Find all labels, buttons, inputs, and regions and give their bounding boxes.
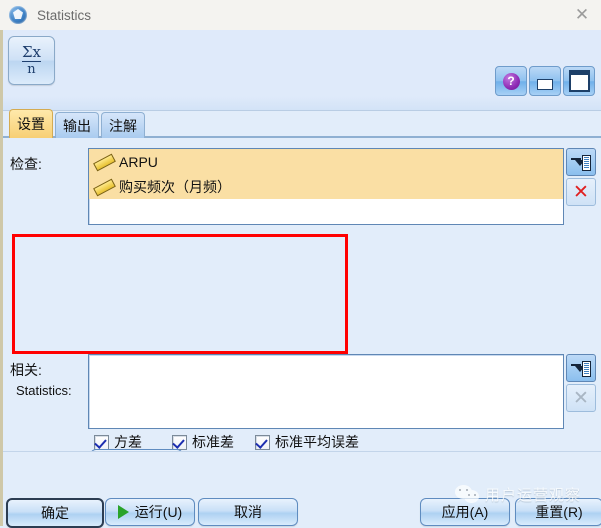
sigma-x-label: Σx xyxy=(21,43,42,61)
title-bar: Statistics ✕ xyxy=(0,0,601,31)
n-label: n xyxy=(21,61,42,76)
checkbox-box xyxy=(94,434,109,450)
tab-bar: 设置 输出 注解 xyxy=(9,109,147,138)
list-item[interactable]: ARPU xyxy=(89,149,563,174)
tab-annotations[interactable]: 注解 xyxy=(101,112,145,138)
ruler-icon xyxy=(93,178,116,196)
correlate-label: 相关: xyxy=(10,362,42,378)
list-item-label: 购买频次（月频） xyxy=(119,178,231,195)
list-item[interactable]: 购买频次（月频） xyxy=(89,174,563,199)
window-title: Statistics xyxy=(37,7,92,23)
close-icon[interactable]: ✕ xyxy=(572,6,592,24)
remove-icon: ✕ xyxy=(573,386,589,409)
checkbox-label: 标准平均误差 xyxy=(275,434,359,450)
minimize-button[interactable] xyxy=(529,66,561,96)
reset-button[interactable]: 重置(R) xyxy=(515,498,601,526)
correlate-listbox[interactable] xyxy=(88,354,564,429)
settings-panel: 检查: ARPU 购买频次（月频） ✕ Statistics: 方差 标准差 标… xyxy=(0,138,601,476)
run-button[interactable]: 运行(U) xyxy=(105,498,195,526)
statistics-label: Statistics: xyxy=(16,383,72,398)
tab-settings[interactable]: 设置 xyxy=(9,109,53,138)
checkbox-label: 标准差 xyxy=(192,434,234,450)
checkbox-box xyxy=(172,434,187,450)
examine-clear-button[interactable]: ✕ xyxy=(566,178,596,206)
cancel-button[interactable]: 取消 xyxy=(198,498,298,526)
correlate-field-picker-button[interactable] xyxy=(566,354,596,382)
play-icon xyxy=(117,505,129,519)
run-button-label: 运行(U) xyxy=(134,504,183,520)
examine-field-picker-button[interactable] xyxy=(566,148,596,176)
spss-node-icon xyxy=(8,5,28,25)
checkbox-stddev[interactable]: 标准差 xyxy=(172,432,255,452)
window-left-edge xyxy=(0,30,3,526)
apply-button[interactable]: 应用(A) xyxy=(420,498,510,526)
toolbar: Σx n ? xyxy=(0,30,601,111)
window-buttons: ? xyxy=(495,66,595,96)
correlate-clear-button[interactable]: ✕ xyxy=(566,384,596,412)
list-item-label: ARPU xyxy=(119,153,158,170)
minimize-icon xyxy=(537,79,553,90)
checkbox-box xyxy=(255,434,270,450)
ok-button[interactable]: 确定 xyxy=(6,498,104,528)
examine-listbox[interactable]: ARPU 购买频次（月频） xyxy=(88,148,564,225)
tab-output[interactable]: 输出 xyxy=(55,112,99,138)
statistics-node-button[interactable]: Σx n xyxy=(8,36,55,85)
help-button[interactable]: ? xyxy=(495,66,527,96)
remove-icon: ✕ xyxy=(573,180,589,203)
dialog-footer: 确定 运行(U) 取消 应用(A) 重置(R) xyxy=(0,451,601,528)
help-icon: ? xyxy=(502,72,520,90)
ruler-icon xyxy=(93,153,116,171)
examine-label: 检查: xyxy=(10,156,42,172)
field-picker-icon xyxy=(571,360,591,377)
checkbox-standard-error-mean[interactable]: 标准平均误差 xyxy=(255,432,359,452)
statistics-dialog: Statistics ✕ Σx n ? 设置 输出 注解 检查: ARPU 购买… xyxy=(0,0,601,528)
field-picker-icon xyxy=(571,154,591,171)
maximize-icon xyxy=(568,70,590,92)
maximize-button[interactable] xyxy=(563,66,595,96)
